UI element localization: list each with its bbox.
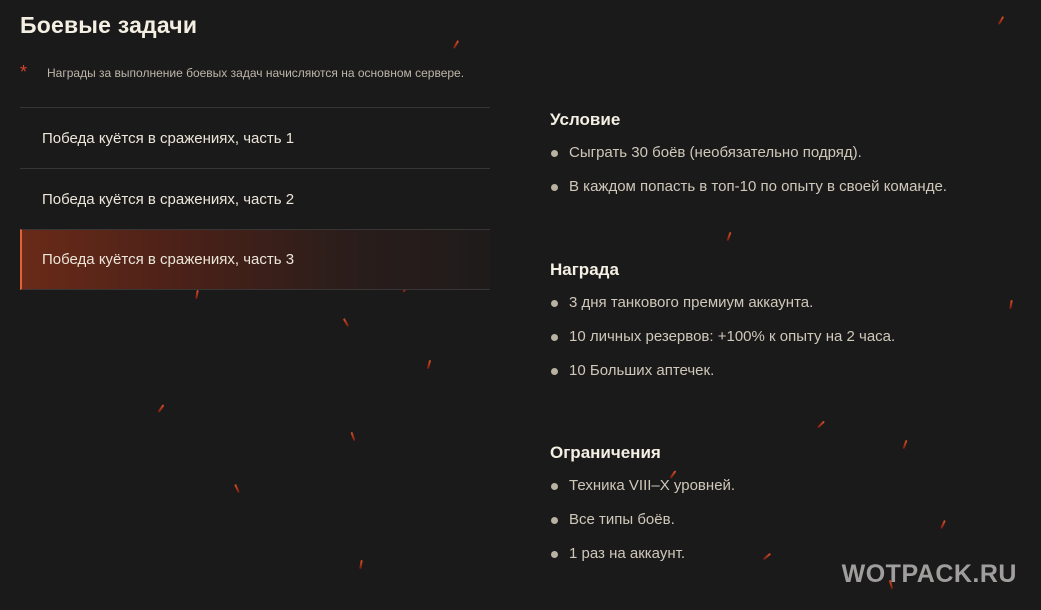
restrictions-section: Ограничения Техника VIII–X уровней. Все … [550, 443, 735, 579]
list-item: Все типы боёв. [550, 511, 735, 545]
list-item: 10 личных резервов: +100% к опыту на 2 ч… [550, 328, 895, 362]
list-item: Техника VIII–X уровней. [550, 477, 735, 511]
task-item-part-3[interactable]: Победа куётся в сражениях, часть 3 [20, 229, 490, 290]
list-item: 3 дня танкового премиум аккаунта. [550, 294, 895, 328]
reward-list: 3 дня танкового премиум аккаунта. 10 лич… [550, 294, 895, 396]
task-item-part-1[interactable]: Победа куётся в сражениях, часть 1 [20, 107, 490, 168]
condition-list: Сыграть 30 боёв (необязательно подряд). … [550, 144, 947, 212]
restrictions-heading: Ограничения [550, 443, 661, 462]
watermark-logo: WOTPACK.RU [841, 560, 1017, 588]
page-title: Боевые задачи [20, 12, 198, 38]
condition-heading: Условие [550, 110, 621, 129]
list-item: 10 Больших аптечек. [550, 362, 895, 396]
task-list: Победа куётся в сражениях, часть 1 Побед… [20, 107, 490, 290]
list-item: 1 раз на аккаунт. [550, 545, 735, 579]
reward-section: Награда 3 дня танкового премиум аккаунта… [550, 260, 895, 396]
task-item-part-2[interactable]: Победа куётся в сражениях, часть 2 [20, 168, 490, 229]
restrictions-list: Техника VIII–X уровней. Все типы боёв. 1… [550, 477, 735, 579]
asterisk-icon: * [20, 62, 28, 82]
server-note-text: Награды за выполнение боевых задач начис… [47, 66, 465, 80]
list-item: В каждом попасть в топ-10 по опыту в сво… [550, 178, 947, 212]
list-item: Сыграть 30 боёв (необязательно подряд). [550, 144, 947, 178]
reward-heading: Награда [550, 260, 619, 279]
condition-section: Условие Сыграть 30 боёв (необязательно п… [550, 110, 947, 212]
